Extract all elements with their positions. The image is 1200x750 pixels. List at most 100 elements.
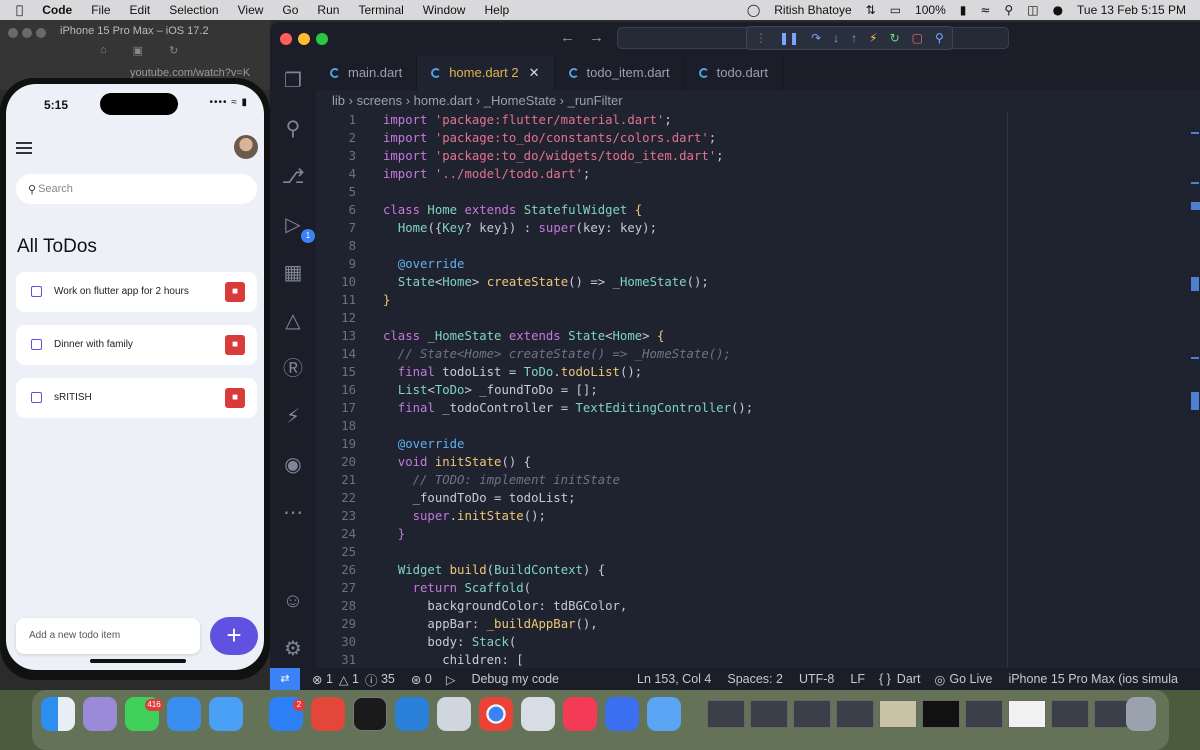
clock[interactable]: Tue 13 Feb 5:15 PM <box>1077 3 1186 17</box>
recent-window-thumbnail[interactable] <box>793 700 831 728</box>
hot-reload-icon[interactable]: ⚡ <box>869 31 877 45</box>
code-line[interactable]: super.initState(); <box>383 509 546 523</box>
info-icon[interactable]: ⓘ <box>365 670 378 689</box>
wifi-icon[interactable]: ≈ <box>980 3 990 17</box>
launchpad-icon[interactable] <box>83 697 117 731</box>
step-over-icon[interactable]: ↷ <box>811 31 821 45</box>
device-selector[interactable]: iPhone 15 Pro Max (ios simula <box>1008 672 1178 686</box>
menu-selection[interactable]: Selection <box>169 3 218 17</box>
user-name[interactable]: Ritish Bhatoye <box>774 3 851 17</box>
recent-window-thumbnail[interactable] <box>965 700 1003 728</box>
menu-run[interactable]: Run <box>317 3 339 17</box>
testing-icon[interactable]: △ <box>278 306 308 336</box>
code-line[interactable]: } <box>383 293 390 307</box>
step-out-icon[interactable]: ↑ <box>851 31 857 45</box>
vscode-icon[interactable] <box>395 697 429 731</box>
battery-icon[interactable]: ▮ <box>960 3 967 17</box>
close-icon[interactable] <box>280 33 292 45</box>
code-line[interactable]: List<ToDo> _foundToDo = []; <box>383 383 598 397</box>
delete-button[interactable]: ■ <box>225 282 245 302</box>
recent-window-thumbnail[interactable] <box>879 700 917 728</box>
avatar[interactable] <box>234 135 258 159</box>
ports-icon[interactable]: ⊛ <box>411 672 421 687</box>
minimap[interactable] <box>1188 112 1200 668</box>
recent-window-thumbnail[interactable] <box>1051 700 1089 728</box>
code-line[interactable]: backgroundColor: tdBGColor, <box>383 599 627 613</box>
zoom-icon[interactable] <box>316 33 328 45</box>
menu-help[interactable]: Help <box>484 3 509 17</box>
add-todo-input[interactable]: Add a new todo item <box>16 618 200 654</box>
stop-icon[interactable]: ▢ <box>912 31 923 45</box>
code-line[interactable]: import 'package:to_do/widgets/todo_item.… <box>383 149 724 163</box>
close-icon[interactable] <box>8 28 18 38</box>
minimize-icon[interactable] <box>298 33 310 45</box>
breadcrumb-screens[interactable]: screens <box>357 93 403 108</box>
breadcrumb-lib[interactable]: lib <box>332 93 345 108</box>
code-line[interactable]: class Home extends StatefulWidget { <box>383 203 642 217</box>
source-control-icon[interactable]: ⎇ <box>278 162 308 192</box>
drag-handle-icon[interactable]: ⋮ <box>755 31 767 45</box>
screenshot-icon[interactable]: ▣ <box>133 44 143 57</box>
search-icon[interactable]: ⚲ <box>1004 3 1013 17</box>
breadcrumb-file[interactable]: home.dart <box>414 93 473 108</box>
recent-window-thumbnail[interactable] <box>707 700 745 728</box>
extensions-icon[interactable]: ▦ <box>278 258 308 288</box>
menu-file[interactable]: File <box>91 3 110 17</box>
go-live-button[interactable]: Go Live <box>949 672 992 686</box>
add-todo-button[interactable]: + <box>210 617 258 655</box>
battery-percent[interactable]: 100% <box>915 3 946 17</box>
error-icon[interactable]: ⊗ <box>312 672 322 687</box>
terminal-icon[interactable] <box>353 697 387 731</box>
safari-alt-icon[interactable] <box>647 697 681 731</box>
code-line[interactable]: import '../model/todo.dart'; <box>383 167 590 181</box>
checkbox[interactable] <box>31 392 42 403</box>
siri-icon[interactable]: ● <box>1053 3 1063 17</box>
settings-gear-icon[interactable]: ⚙ <box>278 634 308 664</box>
code-line[interactable]: // TODO: implement initState <box>383 473 620 487</box>
search-icon[interactable]: ⚲ <box>278 114 308 144</box>
code-line[interactable]: class _HomeState extends State<Home> { <box>383 329 664 343</box>
code-line[interactable]: @override <box>383 437 465 451</box>
inspect-icon[interactable]: ⚲ <box>935 31 944 45</box>
debug-config[interactable]: Debug my code <box>471 672 559 686</box>
recent-window-thumbnail[interactable] <box>922 700 960 728</box>
simulator-icon[interactable] <box>437 697 471 731</box>
control-center-icon[interactable]: ◫ <box>1027 3 1038 17</box>
encoding[interactable]: UTF-8 <box>799 672 834 686</box>
home-indicator[interactable] <box>90 659 186 663</box>
forward-arrow-icon[interactable]: → <box>589 29 604 46</box>
line-ending[interactable]: LF <box>850 672 865 686</box>
tab-home-dart[interactable]: home.dart 2 ✕ <box>417 56 555 90</box>
recent-window-thumbnail[interactable] <box>836 700 874 728</box>
menu-icon[interactable] <box>16 142 32 154</box>
language-mode[interactable]: Dart <box>897 672 921 686</box>
ports-count[interactable]: 0 <box>425 672 432 686</box>
code-line[interactable]: _foundToDo = todoList; <box>383 491 576 505</box>
code-line[interactable]: children: [ <box>383 653 523 667</box>
chrome-icon[interactable] <box>479 697 513 731</box>
shield-icon[interactable]: ◯ <box>747 3 760 17</box>
error-count[interactable]: 1 <box>326 672 333 686</box>
cursor-position[interactable]: Ln 153, Col 4 <box>637 672 711 686</box>
account-icon[interactable]: ☺ <box>278 586 308 616</box>
recent-window-thumbnail[interactable] <box>750 700 788 728</box>
restart-icon[interactable]: ↻ <box>890 31 900 45</box>
checkbox[interactable] <box>31 286 42 297</box>
debug-icon[interactable]: ▷ <box>446 672 456 687</box>
close-tab-icon[interactable]: ✕ <box>529 65 540 80</box>
tab-main-dart[interactable]: main.dart <box>316 56 418 90</box>
menu-edit[interactable]: Edit <box>130 3 151 17</box>
info-count[interactable]: 35 <box>381 672 395 686</box>
explorer-icon[interactable]: ❐ <box>278 66 308 96</box>
recent-window-thumbnail[interactable] <box>1008 700 1046 728</box>
code-line[interactable]: Home({Key? key}) : super(key: key); <box>383 221 657 235</box>
search-input[interactable]: ⚲ Search <box>16 174 257 204</box>
code-line[interactable]: State<Home> createState() => _HomeState(… <box>383 275 709 289</box>
run-debug-icon[interactable]: ▷ 1 <box>278 210 315 243</box>
todo-item[interactable]: sRITISH ■ <box>16 378 257 418</box>
breadcrumb-class[interactable]: _HomeState <box>484 93 556 108</box>
display-icon[interactable]: ▭ <box>890 3 901 17</box>
home-icon[interactable]: ⌂ <box>100 44 107 57</box>
remote-explorer-icon[interactable]: Ⓡ <box>278 354 308 384</box>
github-icon[interactable]: ◉ <box>278 450 308 480</box>
